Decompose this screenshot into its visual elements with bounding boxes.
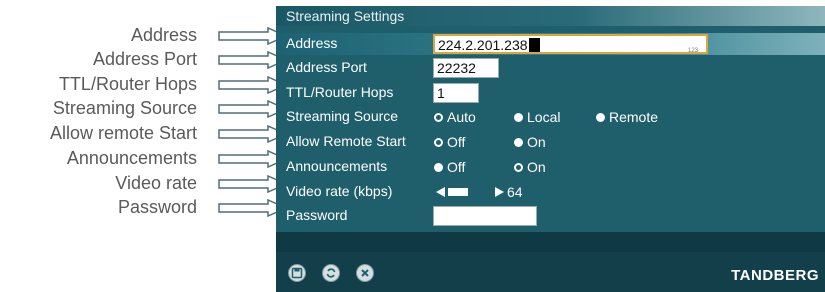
panel-footer: TANDBERG [276,252,825,292]
streaming-source-auto-option[interactable]: Auto [434,109,476,125]
callout-address: Address [130,25,197,45]
streaming-source-label: Streaming Source [286,108,399,124]
password-field[interactable] [433,206,537,226]
decrease-arrow-icon[interactable] [436,187,445,197]
address-port-label: Address Port [286,59,367,75]
radio-icon [434,163,443,172]
panel-title-bar: Streaming Settings [276,6,825,26]
announcements-off-option[interactable]: Off [434,159,465,175]
row-password[interactable]: Password [276,205,825,227]
address-port-value: 22232 [437,60,476,76]
allow-remote-start-label: Allow Remote Start [286,133,406,149]
video-rate-label: Video rate (kbps) [286,183,393,199]
callout-ttl: TTL/Router Hops [58,74,197,94]
radio-icon [596,113,605,122]
callout-announcements: Announcements [66,148,197,168]
address-port-field[interactable]: 22232 [433,58,499,78]
announcements-on-option[interactable]: On [514,159,546,175]
radio-icon [514,113,523,122]
announcements-label: Announcements [286,158,388,174]
ttl-field[interactable]: 1 [433,83,479,103]
address-field[interactable]: 224.2.201.238 123 [433,34,708,54]
ttl-label: TTL/Router Hops [286,84,394,100]
address-label: Address [286,35,338,51]
callout-streaming-source: Streaming Source [52,98,197,118]
cancel-icon[interactable] [356,264,374,282]
allow-remote-start-off-option[interactable]: Off [434,134,465,150]
row-allow-remote-start[interactable]: Allow Remote Start Off On [276,131,825,153]
save-icon[interactable] [288,264,306,282]
radio-selected-icon [434,138,443,147]
callout-address-port: Address Port [92,49,197,69]
callout-allow-remote-start: Allow remote Start [49,123,197,143]
radio-icon [514,138,523,147]
ttl-value: 1 [437,85,445,101]
row-announcements[interactable]: Announcements Off On [276,156,825,178]
increase-arrow-icon[interactable] [495,187,504,197]
row-ttl[interactable]: TTL/Router Hops 1 [276,82,825,104]
allow-remote-start-on-option[interactable]: On [514,134,546,150]
panel-title: Streaming Settings [286,8,405,24]
streaming-source-remote-option[interactable]: Remote [596,109,658,125]
video-rate-value: 64 [507,184,523,200]
row-address[interactable]: Address 224.2.201.238 123 [276,33,825,55]
refresh-icon[interactable] [322,264,340,282]
text-cursor [528,38,540,52]
row-address-port[interactable]: Address Port 22232 [276,57,825,79]
streaming-settings-panel: Streaming Settings Address 224.2.201.238… [276,6,825,292]
callout-video-rate: Video rate [115,173,197,193]
row-streaming-source[interactable]: Streaming Source Auto Local Remote [276,106,825,128]
brand-logo: TANDBERG [731,267,819,284]
callout-legend: Address Address Port TTL/Router Hops Str… [0,0,290,230]
streaming-source-local-option[interactable]: Local [514,109,560,125]
callout-password: Password [117,197,197,217]
password-label: Password [286,207,348,223]
video-rate-slider[interactable] [448,188,468,196]
address-value: 224.2.201.238 [438,37,528,53]
panel-divider [276,232,825,252]
radio-selected-icon [434,113,443,122]
radio-selected-icon [514,163,523,172]
row-video-rate[interactable]: Video rate (kbps) 64 [276,181,825,203]
